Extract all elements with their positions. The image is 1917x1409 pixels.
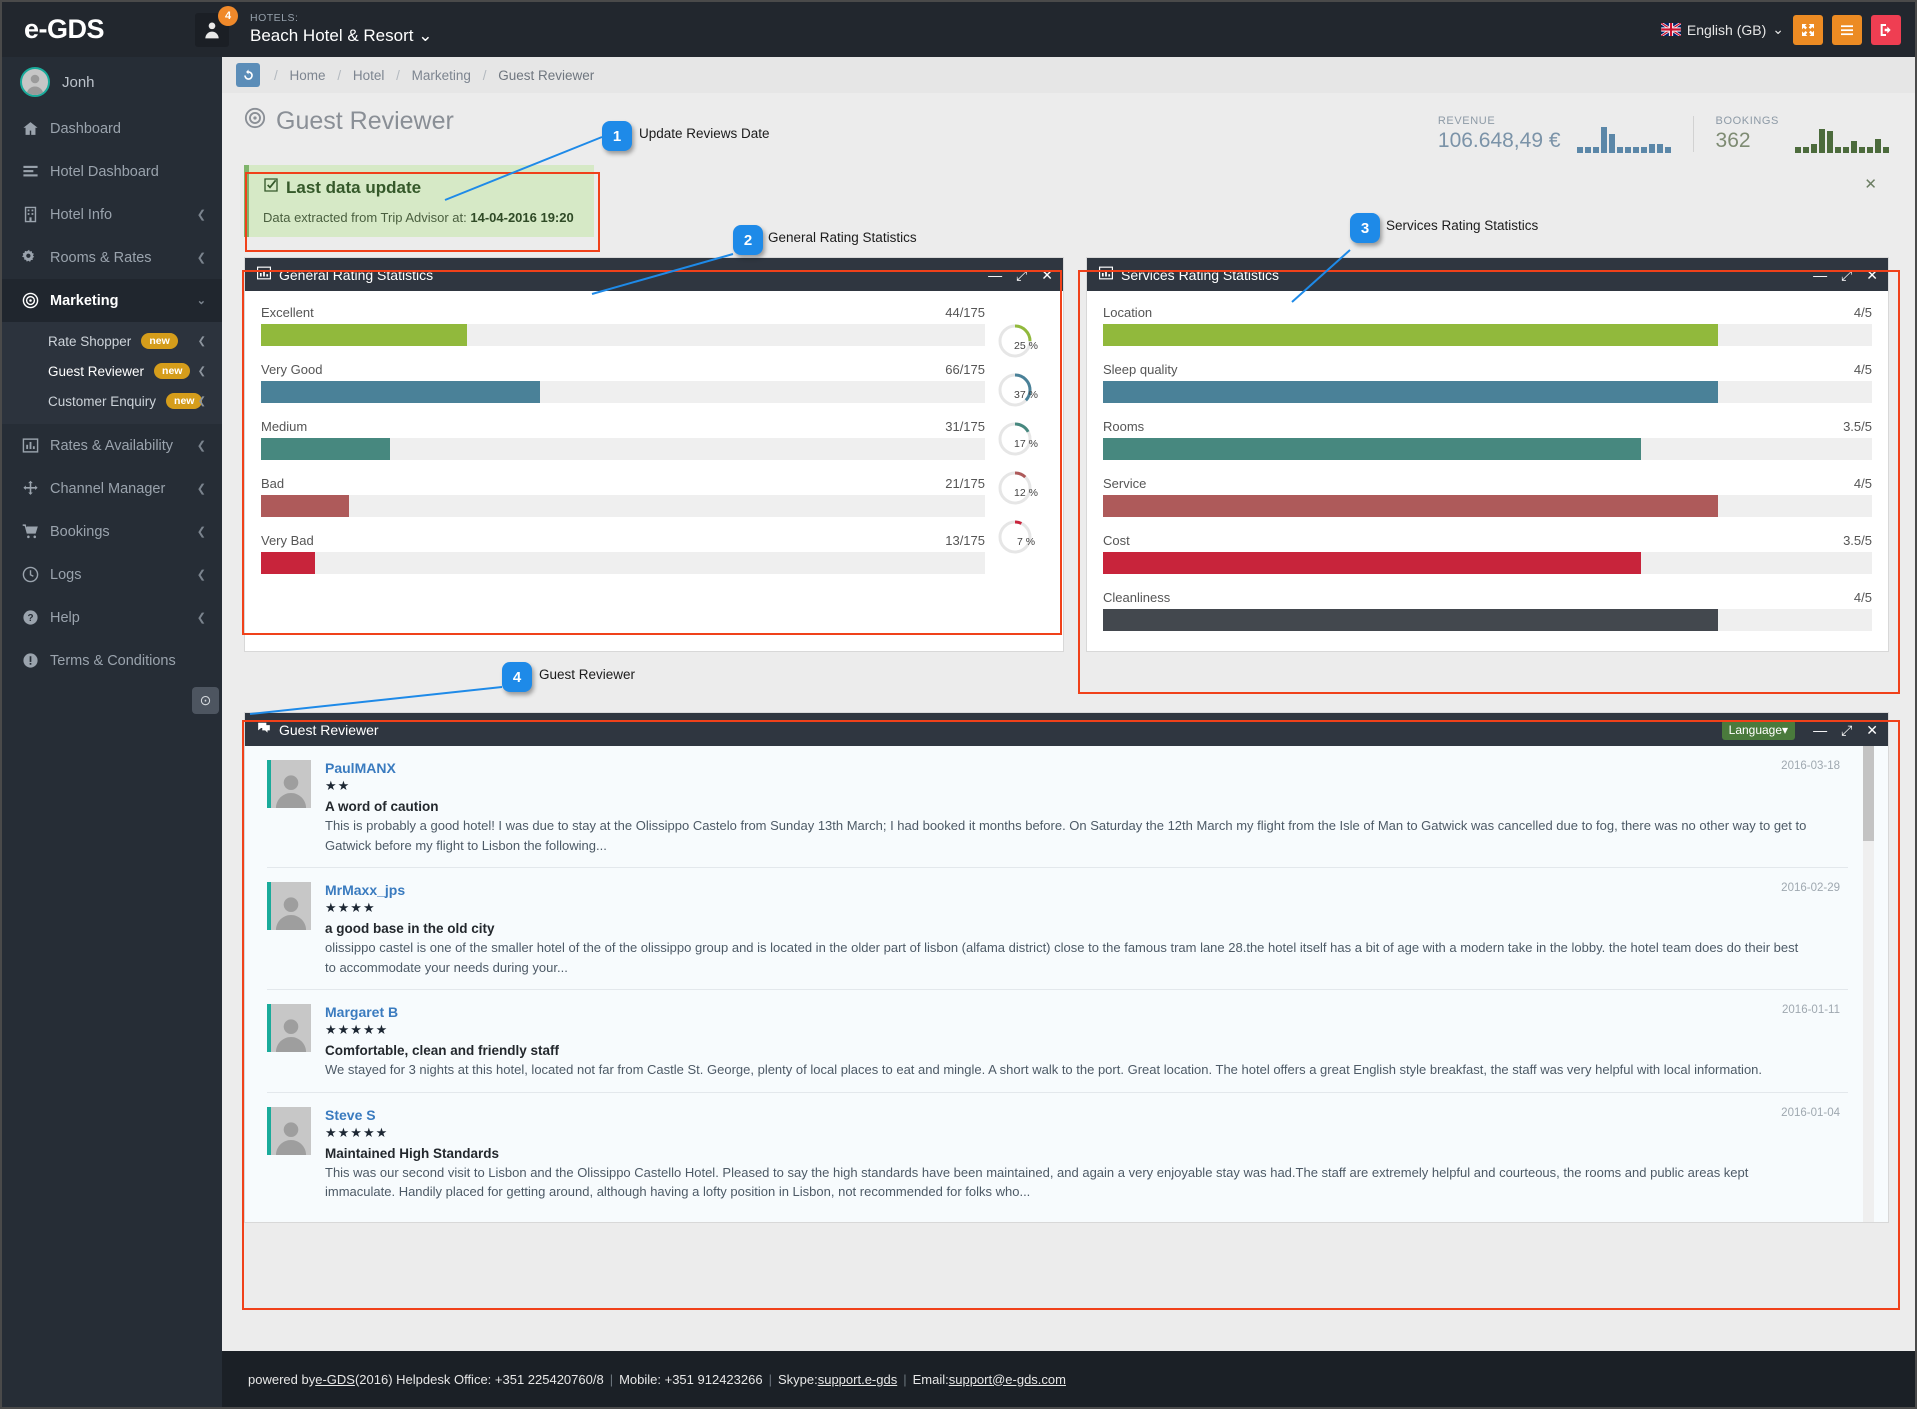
annotation-label-1: Update Reviews Date — [639, 126, 770, 141]
annotation-label-3: Services Rating Statistics — [1386, 218, 1539, 233]
annotation-badge-2: 2 — [733, 225, 763, 255]
annotation-leader-lines — [249, 136, 1351, 715]
annotation-badge-3: 3 — [1350, 213, 1380, 243]
application-window: e-GDS 4 HOTELS: Beach Hotel & Resort ⌄ E… — [0, 0, 1917, 1409]
annotation-badge-1: 1 — [602, 121, 632, 151]
annotation-label-2: General Rating Statistics — [768, 230, 917, 245]
annotation-label-4: Guest Reviewer — [539, 667, 636, 682]
annotation-badge-4: 4 — [502, 662, 532, 692]
